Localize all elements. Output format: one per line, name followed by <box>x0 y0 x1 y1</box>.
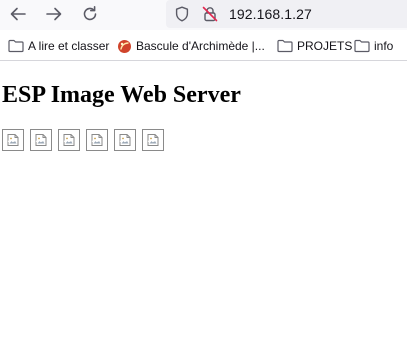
back-button[interactable] <box>5 2 31 26</box>
broken-image <box>86 129 108 151</box>
url-text[interactable]: 192.168.1.27 <box>229 6 312 22</box>
reload-icon <box>83 6 97 21</box>
forward-arrow-icon <box>46 7 62 21</box>
bookmark-label: info <box>374 39 394 53</box>
folder-icon <box>354 39 370 53</box>
bookmarks-toolbar: A lire et classer Bascule d'Archimède |.… <box>0 34 407 58</box>
bookmark-label: PROJETS <box>297 39 353 53</box>
bookmark-label: A lire et classer <box>28 39 110 53</box>
image-gallery <box>2 129 170 151</box>
broken-image-icon <box>63 134 75 146</box>
bookmark-info[interactable]: info <box>354 37 393 55</box>
tracking-protection-shield-icon[interactable] <box>172 4 192 24</box>
broken-image-icon <box>7 134 19 146</box>
site-favicon-icon <box>118 39 131 53</box>
bookmark-label: Bascule d'Archimède |... <box>136 39 265 53</box>
broken-image-icon <box>35 134 47 146</box>
navigation-toolbar: 192.168.1.27 <box>0 0 407 30</box>
forward-button[interactable] <box>41 2 67 26</box>
broken-image <box>2 129 24 151</box>
address-bar[interactable]: 192.168.1.27 <box>166 0 407 28</box>
broken-image <box>142 129 164 151</box>
broken-image <box>58 129 80 151</box>
back-arrow-icon <box>10 7 26 21</box>
browser-window: 192.168.1.27 A lire et classer Bascule d… <box>0 0 407 358</box>
folder-icon <box>277 39 293 53</box>
broken-image-icon <box>91 134 103 146</box>
reload-button[interactable] <box>77 2 103 26</box>
broken-image-icon <box>147 134 159 146</box>
page-content: ESP Image Web Server <box>0 61 407 358</box>
page-title: ESP Image Web Server <box>2 82 241 108</box>
broken-image <box>30 129 52 151</box>
bookmark-a-lire-et-classer[interactable]: A lire et classer <box>8 37 109 55</box>
broken-image <box>114 129 136 151</box>
insecure-connection-lock-icon[interactable] <box>200 4 220 24</box>
bookmark-projets[interactable]: PROJETS <box>277 37 352 55</box>
broken-image-icon <box>119 134 131 146</box>
folder-icon <box>8 39 24 53</box>
bookmark-bascule-archimede[interactable]: Bascule d'Archimède |... <box>117 37 265 55</box>
